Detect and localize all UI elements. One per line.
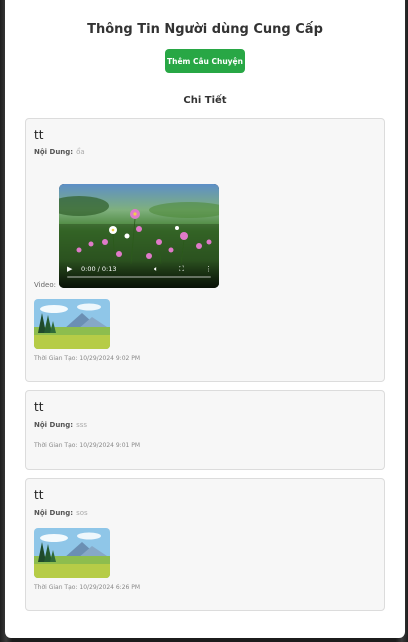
- story-title: tt: [34, 128, 44, 142]
- story-content-row: Nội Dung: ổa: [34, 148, 85, 156]
- story-created-row: Thời Gian Tạo: 10/29/2024 9:02 PM: [34, 355, 140, 362]
- story-video[interactable]: ▶ 0:00 / 0:13 🔈︎ ⛶ ⋮: [59, 184, 219, 288]
- story-created-row: Thời Gian Tạo: 10/29/2024 6:26 PM: [34, 584, 140, 591]
- more-options-icon[interactable]: ⋮: [205, 264, 212, 274]
- story-content-row: Nội Dung: sss: [34, 421, 87, 429]
- story-content: ổa: [76, 148, 85, 156]
- video-label: Video:: [34, 281, 56, 289]
- story-created-at: 10/29/2024 6:26 PM: [79, 584, 141, 591]
- story-content: sss: [76, 421, 88, 429]
- story-title: tt: [34, 488, 44, 502]
- story-content-row: Nội Dung: sos: [34, 509, 88, 517]
- content-label: Nội Dung:: [34, 421, 74, 429]
- story-card: tt Nội Dung: sos Thời Gian Tạo: 10/29/202…: [25, 478, 385, 611]
- add-story-button[interactable]: Thêm Câu Chuyện: [165, 49, 245, 73]
- landscape-image: [34, 528, 110, 578]
- video-controls: ▶ 0:00 / 0:13 🔈︎ ⛶ ⋮: [59, 260, 219, 288]
- volume-icon[interactable]: 🔈︎: [154, 264, 158, 274]
- story-image: [34, 528, 110, 578]
- story-created-row: Thời Gian Tạo: 10/29/2024 9:01 PM: [34, 442, 140, 449]
- story-created-at: 10/29/2024 9:01 PM: [79, 442, 141, 449]
- content-label: Nội Dung:: [34, 148, 74, 156]
- created-label: Thời Gian Tạo:: [34, 584, 78, 591]
- created-label: Thời Gian Tạo:: [34, 442, 78, 449]
- video-progress-bar[interactable]: [67, 276, 211, 278]
- landscape-image: [34, 299, 110, 349]
- user-info-modal: Thông Tin Người dùng Cung Cấp Thêm Câu C…: [5, 0, 405, 638]
- story-image: [34, 299, 110, 349]
- created-label: Thời Gian Tạo:: [34, 355, 78, 362]
- story-content: sos: [76, 509, 88, 517]
- story-card: tt Nội Dung: ổa ▶ 0:00 / 0:13 🔈︎ ⛶ ⋮ Vid…: [25, 118, 385, 382]
- story-title: tt: [34, 400, 44, 414]
- section-title: Chi Tiết: [183, 95, 227, 106]
- play-icon[interactable]: ▶: [67, 264, 72, 274]
- story-created-at: 10/29/2024 9:02 PM: [79, 355, 141, 362]
- fullscreen-icon[interactable]: ⛶: [179, 264, 184, 274]
- story-card: tt Nội Dung: sss Thời Gian Tạo: 10/29/202…: [25, 390, 385, 470]
- modal-title: Thông Tin Người dùng Cung Cấp: [87, 22, 323, 37]
- content-label: Nội Dung:: [34, 509, 74, 517]
- video-time: 0:00 / 0:13: [81, 265, 117, 273]
